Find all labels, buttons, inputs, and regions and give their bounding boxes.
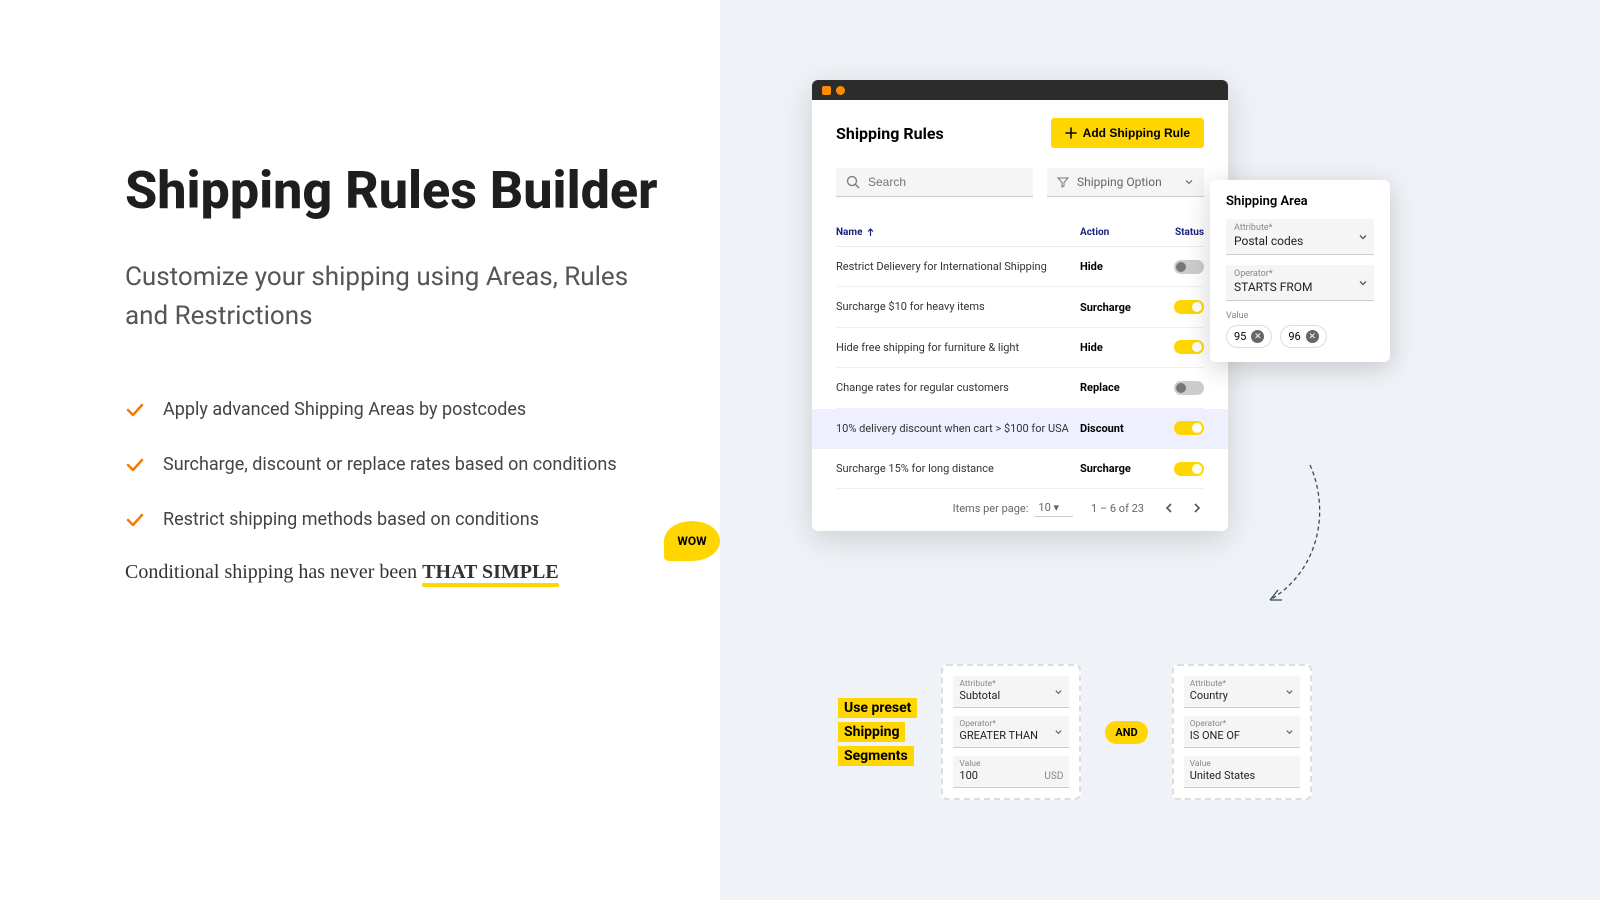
condition-card-subtotal: Attribute* Subtotal Operator* GREATER TH… bbox=[941, 664, 1081, 800]
row-name: Surcharge $10 for heavy items bbox=[836, 299, 1080, 314]
row-name: Hide free shipping for furniture & light bbox=[836, 340, 1080, 355]
row-name: Restrict Delievery for International Shi… bbox=[836, 259, 1080, 274]
table-row[interactable]: Restrict Delievery for International Shi… bbox=[836, 247, 1204, 287]
logic-and-badge: AND bbox=[1105, 721, 1147, 744]
bullet-item: Apply advanced Shipping Areas by postcod… bbox=[125, 396, 660, 423]
row-action: Hide bbox=[1080, 341, 1156, 354]
row-name: Change rates for regular customers bbox=[836, 380, 1080, 395]
shipping-option-filter[interactable]: Shipping Option bbox=[1047, 168, 1204, 197]
window-control-icon[interactable] bbox=[836, 86, 845, 95]
search-input[interactable] bbox=[836, 168, 1033, 197]
status-toggle[interactable] bbox=[1174, 462, 1204, 476]
row-action: Discount bbox=[1080, 422, 1156, 435]
window-titlebar bbox=[812, 80, 1228, 100]
table-row[interactable]: Change rates for regular customersReplac… bbox=[836, 368, 1204, 408]
row-action: Replace bbox=[1080, 381, 1156, 394]
connector-arrow-icon bbox=[1240, 460, 1330, 610]
shipping-area-card: Shipping Area Attribute* Postal codes Op… bbox=[1210, 180, 1390, 362]
filter-icon bbox=[1057, 176, 1069, 188]
table-footer: Items per page: 10 ▾ 1 – 6 of 23 bbox=[836, 499, 1204, 517]
window-control-icon[interactable] bbox=[822, 86, 831, 95]
card-title: Shipping Area bbox=[1226, 194, 1374, 209]
attribute-select[interactable]: Attribute* Postal codes bbox=[1226, 219, 1374, 255]
check-icon bbox=[125, 400, 145, 420]
chevron-down-icon bbox=[1285, 727, 1294, 736]
table-row[interactable]: Surcharge 15% for long distanceSurcharge bbox=[836, 449, 1204, 489]
table-row[interactable]: Surcharge $10 for heavy itemsSurcharge bbox=[836, 287, 1204, 327]
operator-select[interactable]: Operator* STARTS FROM bbox=[1226, 265, 1374, 301]
chevron-down-icon bbox=[1358, 232, 1368, 242]
column-status[interactable]: Status bbox=[1156, 227, 1204, 238]
bullet-text: Apply advanced Shipping Areas by postcod… bbox=[163, 396, 526, 423]
check-icon bbox=[125, 510, 145, 530]
prev-page-button[interactable] bbox=[1162, 501, 1176, 515]
attribute-select[interactable]: Attribute* Subtotal bbox=[953, 676, 1069, 708]
bullet-item: Restrict shipping methods based on condi… bbox=[125, 506, 660, 533]
column-name[interactable]: Name bbox=[836, 227, 1080, 238]
table-row[interactable]: Hide free shipping for furniture & light… bbox=[836, 328, 1204, 368]
remove-chip-button[interactable]: ✕ bbox=[1306, 330, 1319, 343]
bullet-text: Restrict shipping methods based on condi… bbox=[163, 506, 539, 533]
value-chip: 95✕ bbox=[1226, 325, 1272, 348]
operator-select[interactable]: Operator* GREATER THAN bbox=[953, 716, 1069, 748]
remove-chip-button[interactable]: ✕ bbox=[1251, 330, 1264, 343]
table-row[interactable]: 10% delivery discount when cart > $100 f… bbox=[812, 409, 1228, 449]
pagination-range: 1 – 6 of 23 bbox=[1091, 502, 1144, 515]
chevron-down-icon bbox=[1054, 727, 1063, 736]
status-toggle[interactable] bbox=[1174, 340, 1204, 354]
value-input[interactable]: Value 100 USD bbox=[953, 756, 1069, 788]
value-chip: 96✕ bbox=[1280, 325, 1326, 348]
sort-asc-icon bbox=[866, 228, 875, 237]
tagline: Conditional shipping has never been THAT… bbox=[125, 561, 660, 584]
operator-select[interactable]: Operator* IS ONE OF bbox=[1184, 716, 1300, 748]
wow-bubble: WOW bbox=[664, 521, 720, 561]
plus-icon bbox=[1065, 127, 1077, 139]
status-toggle[interactable] bbox=[1174, 300, 1204, 314]
page-title: Shipping Rules Builder bbox=[125, 160, 660, 222]
chevron-down-icon bbox=[1285, 687, 1294, 696]
value-input[interactable]: Value United States bbox=[1184, 756, 1300, 788]
row-action: Hide bbox=[1080, 260, 1156, 273]
preset-label: Use preset Shipping Segments bbox=[838, 698, 917, 766]
add-shipping-rule-button[interactable]: Add Shipping Rule bbox=[1051, 118, 1204, 148]
search-icon bbox=[846, 175, 860, 189]
chevron-down-icon bbox=[1184, 177, 1194, 187]
row-name: Surcharge 15% for long distance bbox=[836, 461, 1080, 476]
attribute-select[interactable]: Attribute* Country bbox=[1184, 676, 1300, 708]
bullet-text: Surcharge, discount or replace rates bas… bbox=[163, 451, 617, 478]
row-action: Surcharge bbox=[1080, 301, 1156, 314]
per-page-select[interactable]: 10 ▾ bbox=[1034, 499, 1073, 517]
bullet-item: Surcharge, discount or replace rates bas… bbox=[125, 451, 660, 478]
table-header: Name Action Status bbox=[836, 219, 1204, 247]
status-toggle[interactable] bbox=[1174, 421, 1204, 435]
chevron-down-icon bbox=[1054, 687, 1063, 696]
chevron-down-icon bbox=[1358, 278, 1368, 288]
next-page-button[interactable] bbox=[1190, 501, 1204, 515]
check-icon bbox=[125, 455, 145, 475]
status-toggle[interactable] bbox=[1174, 260, 1204, 274]
condition-card-country: Attribute* Country Operator* IS ONE OF V… bbox=[1172, 664, 1312, 800]
status-toggle[interactable] bbox=[1174, 381, 1204, 395]
column-action[interactable]: Action bbox=[1080, 227, 1156, 238]
page-subtitle: Customize your shipping using Areas, Rul… bbox=[125, 258, 660, 336]
row-action: Surcharge bbox=[1080, 462, 1156, 475]
app-window: Shipping Rules Add Shipping Rule Shippin… bbox=[812, 80, 1228, 531]
row-name: 10% delivery discount when cart > $100 f… bbox=[836, 421, 1080, 436]
section-title: Shipping Rules bbox=[836, 124, 944, 143]
